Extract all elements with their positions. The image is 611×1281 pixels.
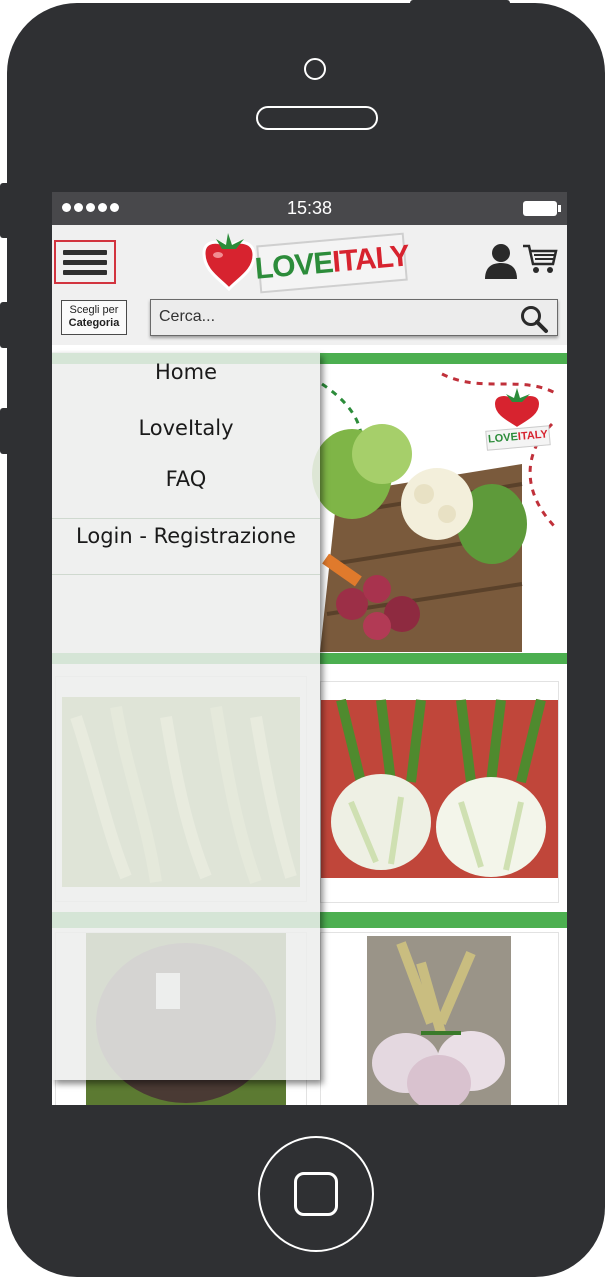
banner-logo-wordmark: LOVEITALY (485, 425, 551, 451)
speaker-grille (256, 106, 378, 130)
product-card[interactable] (320, 681, 559, 903)
search-bar (150, 299, 558, 336)
category-button[interactable]: Scegli per Categoria (61, 300, 127, 335)
home-square-icon (294, 1172, 338, 1216)
hamburger-icon[interactable] (54, 240, 116, 284)
fennel-image (321, 698, 558, 878)
app-screen: 15:38 LOVE ITALY Scegli per Categoria Ce… (52, 192, 567, 1105)
logo-wordmark: LOVE ITALY (253, 232, 411, 294)
user-icon[interactable] (484, 243, 518, 279)
cart-icon[interactable] (522, 242, 558, 276)
loveitaly-logo[interactable]: LOVE ITALY (198, 229, 412, 294)
logo-text-love: LOVE (253, 246, 334, 286)
menu-divider (52, 574, 320, 575)
side-menu: Home LoveItaly FAQ Login - Registrazione (52, 352, 320, 1080)
banner-logo-love: LOVE (487, 431, 519, 446)
battery-icon (523, 201, 561, 216)
menu-divider (52, 518, 320, 519)
banner-tomato-icon (492, 388, 542, 430)
search-icon[interactable] (519, 304, 549, 334)
home-button[interactable] (258, 1136, 374, 1252)
category-button-line2: Categoria (68, 317, 120, 329)
category-button-line1: Scegli per (69, 304, 119, 316)
status-time: 15:38 (286, 198, 333, 218)
menu-item-loveitaly[interactable]: LoveItaly (52, 416, 320, 440)
menu-item-faq[interactable]: FAQ (52, 467, 320, 491)
banner-logo-italy: ITALY (517, 428, 549, 443)
volume-down-button (0, 408, 8, 454)
power-button (410, 0, 510, 6)
menu-item-login[interactable]: Login - Registrazione (52, 524, 320, 548)
app-header: LOVE ITALY Scegli per Categoria (52, 225, 567, 345)
mute-switch (0, 183, 8, 238)
camera-icon (304, 58, 326, 80)
logo-text-italy: ITALY (331, 239, 411, 279)
volume-up-button (0, 302, 8, 348)
garlic-image (367, 936, 511, 1105)
search-input[interactable] (159, 306, 499, 328)
banner-logo: LOVEITALY (485, 388, 551, 451)
product-card[interactable] (320, 932, 559, 1105)
status-bar: 15:38 (52, 192, 567, 225)
menu-item-home[interactable]: Home (52, 360, 320, 384)
